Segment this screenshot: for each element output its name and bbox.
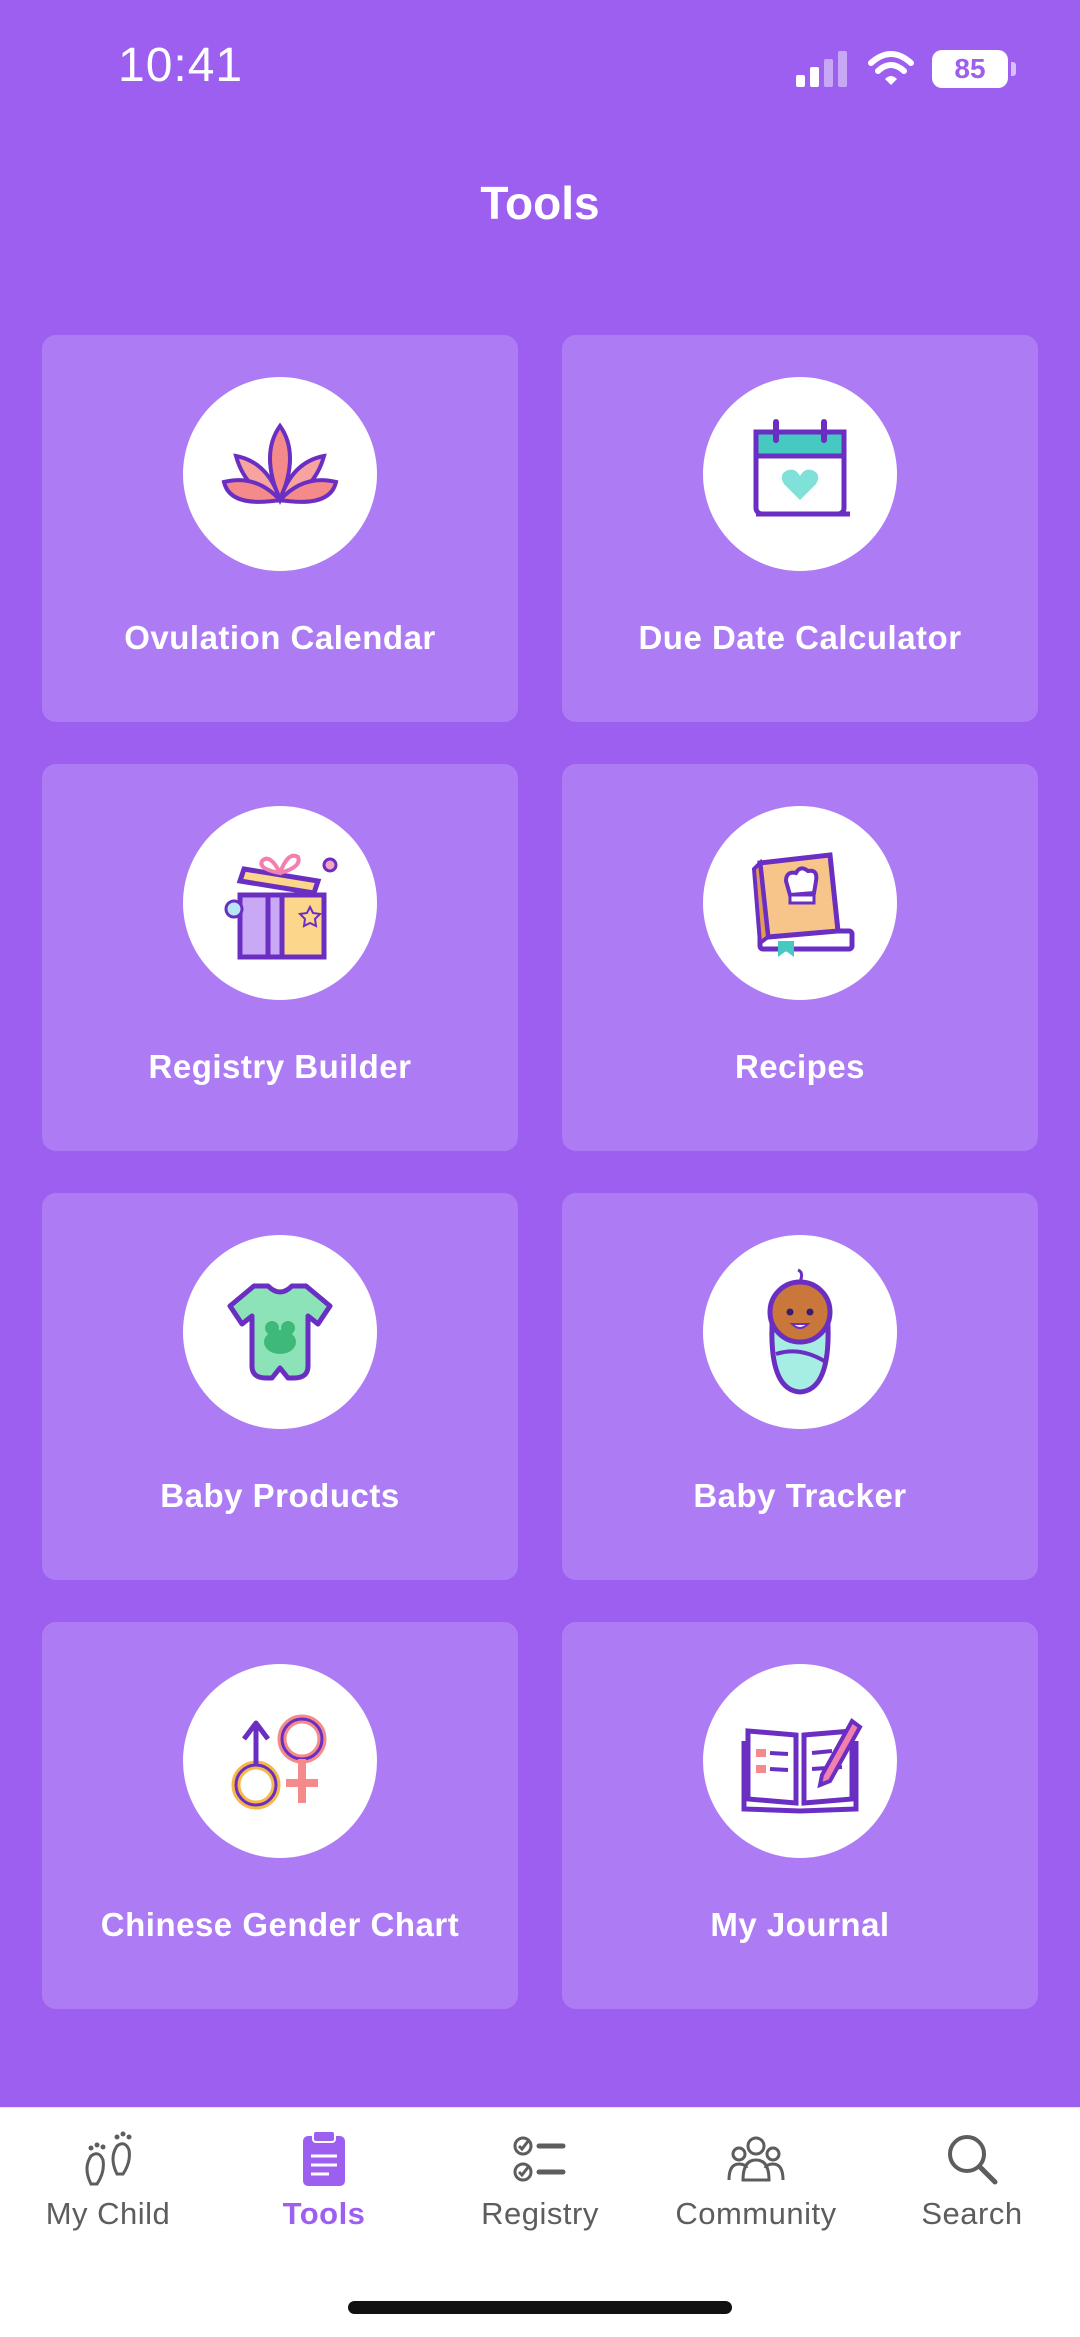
tool-label: Baby Products [160,1477,400,1514]
tool-tile-due-date-calculator[interactable]: Due Date Calculator [562,335,1038,722]
tools-grid: Ovulation Calendar Due Date Calculator R… [42,335,1038,2009]
cellular-signal-icon [796,51,847,87]
onesie-icon [227,1283,333,1381]
status-icons: 85 [796,50,1016,88]
tab-label: Registry [481,2196,599,2231]
tab-community[interactable]: Community [648,2128,864,2248]
tool-label: Baby Tracker [693,1477,907,1514]
tool-tile-recipes[interactable]: Recipes [562,764,1038,1151]
footprints-icon [85,2131,132,2186]
bottom-tab-bar: My Child Tools Registry Community Search [0,2107,1080,2337]
tool-label: Ovulation Calendar [124,619,436,656]
clipboard-icon [303,2130,345,2186]
tab-label: Community [675,2196,837,2231]
search-icon [948,2135,998,2185]
cookbook-icon [751,852,855,957]
tab-my-child[interactable]: My Child [0,2128,216,2248]
home-indicator [348,2301,732,2314]
tab-label: My Child [45,2196,171,2231]
wifi-icon [868,51,914,85]
lotus-icon [221,422,339,506]
tool-tile-ovulation-calendar[interactable]: Ovulation Calendar [42,335,518,722]
calendar-heart-icon [753,419,850,517]
status-time: 10:41 [118,39,244,92]
gift-box-icon [224,853,338,960]
tool-label: Recipes [734,1048,866,1085]
swaddled-baby-icon [767,1268,833,1395]
tab-tools[interactable]: Tools [216,2128,432,2248]
tool-tile-baby-products[interactable]: Baby Products [42,1193,518,1580]
status-bar: 10:41 85 [0,0,1080,140]
tab-search[interactable]: Search [864,2128,1080,2248]
people-icon [727,2136,785,2182]
tool-tile-chinese-gender-chart[interactable]: Chinese Gender Chart [42,1622,518,2009]
tab-label: Search [921,2196,1023,2231]
tool-label: Chinese Gender Chart [100,1906,460,1943]
tool-label: Registry Builder [148,1048,412,1085]
gender-symbols-icon [231,1714,327,1810]
tool-tile-my-journal[interactable]: My Journal [562,1622,1038,2009]
journal-icon [741,1718,863,1814]
page-title: Tools [480,177,600,229]
battery-icon: 85 [932,50,1016,88]
tab-registry[interactable]: Registry [432,2128,648,2248]
tool-label: Due Date Calculator [638,619,962,656]
checklist-icon [513,2136,566,2182]
tool-tile-registry-builder[interactable]: Registry Builder [42,764,518,1151]
tool-label: My Journal [710,1906,890,1943]
tool-tile-baby-tracker[interactable]: Baby Tracker [562,1193,1038,1580]
tab-label: Tools [282,2196,366,2231]
